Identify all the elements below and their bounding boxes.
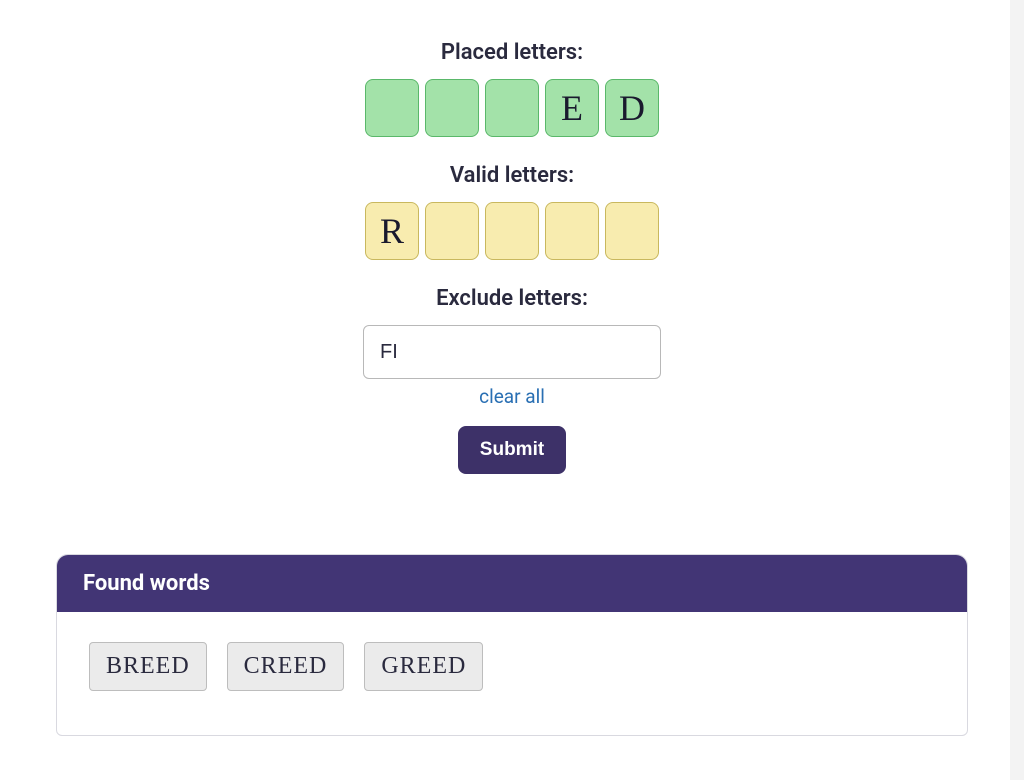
placed-tile-5[interactable]: D [605,79,659,137]
valid-label: Valid letters: [450,163,574,188]
word-chip[interactable]: GREED [364,642,483,691]
results-card: Found words BREED CREED GREED [56,554,968,736]
exclude-input[interactable] [363,325,661,379]
valid-row: R [365,202,659,260]
placed-tile-4[interactable]: E [545,79,599,137]
solver-form: Placed letters: E D Valid letters: R Exc… [0,0,1024,474]
results-body: BREED CREED GREED [57,612,967,735]
valid-tile-1[interactable]: R [365,202,419,260]
valid-tile-2[interactable] [425,202,479,260]
placed-label: Placed letters: [441,40,583,65]
exclude-label: Exclude letters: [436,286,588,311]
clear-all-link[interactable]: clear all [479,385,545,408]
valid-tile-3[interactable] [485,202,539,260]
word-chip[interactable]: CREED [227,642,345,691]
valid-tile-4[interactable] [545,202,599,260]
results-header: Found words [57,555,967,612]
placed-tile-2[interactable] [425,79,479,137]
word-chip[interactable]: BREED [89,642,207,691]
placed-tile-3[interactable] [485,79,539,137]
placed-row: E D [365,79,659,137]
placed-tile-1[interactable] [365,79,419,137]
scrollbar-track[interactable] [1010,0,1024,780]
exclude-wrap: clear all Submit [363,325,661,474]
valid-tile-5[interactable] [605,202,659,260]
submit-button[interactable]: Submit [458,426,566,474]
